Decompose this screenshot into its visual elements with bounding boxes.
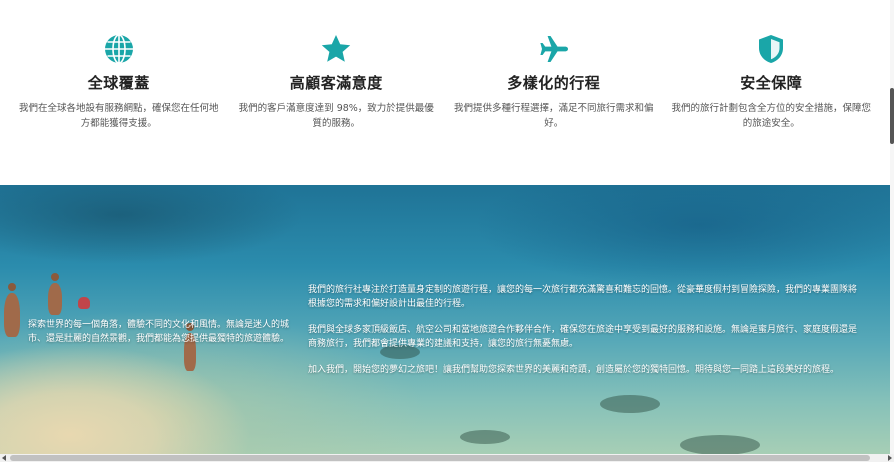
rock-shape <box>600 395 660 413</box>
globe-icon <box>19 32 219 66</box>
feature-safety: 安全保障 我們的旅行計劃包含全方位的安全措施，保障您的旅途安全。 <box>671 32 871 131</box>
vertical-scrollbar-thumb[interactable] <box>890 88 894 144</box>
rock-shape <box>680 435 760 455</box>
feature-diverse-itineraries: 多樣化的行程 我們提供多種行程選擇，滿足不同旅行需求和偏好。 <box>454 32 654 131</box>
vertical-scrollbar[interactable] <box>890 0 894 454</box>
feature-description: 我們提供多種行程選擇，滿足不同旅行需求和偏好。 <box>453 103 654 129</box>
scroll-right-arrow-icon[interactable] <box>888 455 892 461</box>
horizontal-scrollbar-thumb[interactable] <box>10 455 870 461</box>
swimmer-figure <box>48 283 62 315</box>
airplane-icon <box>454 32 654 66</box>
feature-description: 我們的旅行計劃包含全方位的安全措施，保障您的旅途安全。 <box>671 103 871 129</box>
feature-title: 全球覆蓋 <box>87 74 150 92</box>
swimmer-figure <box>4 293 20 337</box>
hero-description: 我們的旅行社專注於打造量身定制的旅遊行程，讓您的每一次旅行都充滿驚喜和難忘的回憶… <box>308 283 860 389</box>
feature-description: 我們的客戶滿意度達到 98%，致力於提供最優質的服務。 <box>238 103 434 129</box>
hero-paragraph: 我們與全球多家頂級飯店、航空公司和當地旅遊合作夥伴合作，確保您在旅途中享受到最好… <box>308 325 858 349</box>
feature-title: 高顧客滿意度 <box>289 74 383 92</box>
features-section: 全球覆蓋 我們在全球各地設有服務網點，確保您在任何地方都能獲得支援。 高顧客滿意… <box>0 0 890 185</box>
feature-satisfaction: 高顧客滿意度 我們的客戶滿意度達到 98%，致力於提供最優質的服務。 <box>236 32 436 131</box>
hero-banner: 探索世界的每一個角落，體驗不同的文化和風情。無論是迷人的城市、還是壯麗的自然景觀… <box>0 185 890 456</box>
hero-intro-text: 探索世界的每一個角落，體驗不同的文化和風情。無論是迷人的城市、還是壯麗的自然景觀… <box>28 320 290 344</box>
scroll-left-arrow-icon[interactable] <box>2 455 6 461</box>
rock-shape <box>460 430 510 444</box>
feature-description: 我們在全球各地設有服務網點，確保您在任何地方都能獲得支援。 <box>18 103 219 129</box>
star-icon <box>236 32 436 66</box>
swimmer-head <box>51 273 59 281</box>
shield-icon <box>671 32 871 66</box>
horizontal-scrollbar[interactable] <box>0 454 894 462</box>
swimmer-figure <box>78 297 90 309</box>
hero-paragraph: 我們的旅行社專注於打造量身定制的旅遊行程，讓您的每一次旅行都充滿驚喜和難忘的回憶… <box>308 285 858 309</box>
feature-title: 安全保障 <box>740 74 803 92</box>
swimmer-head <box>8 283 16 291</box>
feature-title: 多樣化的行程 <box>507 74 601 92</box>
hero-paragraph: 加入我們，開始您的夢幻之旅吧！讓我們幫助您探索世界的美麗和奇蹟，創造屬於您的獨特… <box>308 365 840 375</box>
feature-global-coverage: 全球覆蓋 我們在全球各地設有服務網點，確保您在任何地方都能獲得支援。 <box>19 32 219 131</box>
